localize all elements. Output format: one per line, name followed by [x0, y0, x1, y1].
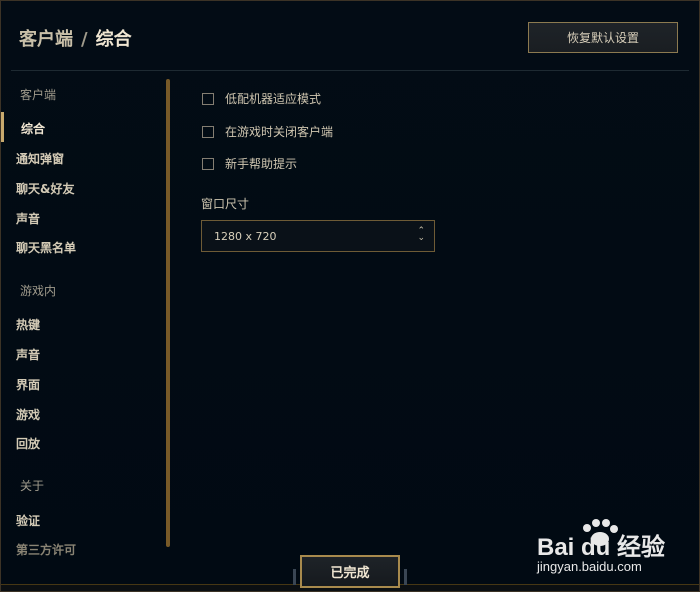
sidebar-item-third-party-licenses[interactable]: 第三方许可 [16, 541, 76, 558]
sidebar-item-general[interactable]: 综合 [21, 120, 45, 137]
settings-window: 客户端 / 综合 恢复默认设置 客户端 综合 通知弹窗 聊天&好友 声音 聊天黑名单… [0, 0, 700, 592]
breadcrumb-current: 综合 [95, 29, 132, 50]
sidebar-item-notifications[interactable]: 通知弹窗 [16, 150, 64, 167]
sidebar-item-client-sound[interactable]: 声音 [16, 210, 40, 227]
watermark-url: jingyan.baidu.com [537, 559, 642, 574]
option-newbie-tips[interactable]: 新手帮助提示 [202, 155, 297, 172]
done-button[interactable]: 已完成 [300, 555, 400, 588]
settings-sidebar: 客户端 综合 通知弹窗 聊天&好友 声音 聊天黑名单 游戏内 热键 声音 界面 … [1, 71, 171, 557]
checkbox[interactable] [202, 92, 214, 105]
sidebar-item-replays[interactable]: 回放 [16, 435, 40, 452]
sidebar-item-verification[interactable]: 验证 [16, 512, 40, 529]
sidebar-item-game[interactable]: 游戏 [16, 406, 40, 423]
breadcrumb: 客户端 / 综合 [19, 25, 132, 51]
sidebar-item-chat-friends[interactable]: 聊天&好友 [16, 180, 74, 197]
done-button-right-notch [404, 569, 407, 585]
option-close-client-ingame[interactable]: 在游戏时关闭客户端 [202, 123, 333, 140]
watermark-brand: Bai du 经验 [537, 534, 666, 561]
window-size-select[interactable]: 1280 x 720 ⌃ ⌄ [201, 220, 435, 252]
done-button-left-notch [293, 569, 296, 585]
sidebar-section-ingame: 游戏内 [20, 284, 57, 298]
checkbox[interactable] [202, 125, 214, 138]
window-size-value: 1280 x 720 [214, 229, 277, 243]
sidebar-section-client: 客户端 [20, 88, 57, 102]
breadcrumb-parent: 客户端 [19, 29, 73, 50]
sidebar-section-about: 关于 [20, 479, 45, 493]
sidebar-item-interface[interactable]: 界面 [16, 376, 40, 393]
window-size-label: 窗口尺寸 [201, 197, 250, 211]
sidebar-item-hotkeys[interactable]: 热键 [16, 316, 40, 333]
option-low-spec-mode[interactable]: 低配机器适应模式 [202, 90, 321, 107]
restore-defaults-button[interactable]: 恢复默认设置 [528, 22, 678, 53]
checkbox[interactable] [202, 157, 214, 170]
sidebar-scrollbar[interactable] [166, 79, 170, 547]
sidebar-item-chat-blacklist[interactable]: 聊天黑名单 [16, 239, 76, 256]
baidu-jingyan-watermark: Bai du 经验 jingyan.baidu.com [537, 519, 697, 577]
checkbox-label: 在游戏时关闭客户端 [225, 125, 334, 139]
updown-chevron-icon: ⌃ ⌄ [417, 226, 425, 243]
breadcrumb-separator: / [81, 29, 88, 50]
checkbox-label: 新手帮助提示 [225, 157, 298, 171]
checkbox-label: 低配机器适应模式 [225, 92, 322, 106]
sidebar-item-ingame-sound[interactable]: 声音 [16, 346, 40, 363]
settings-header: 客户端 / 综合 恢复默认设置 [1, 1, 699, 71]
active-indicator [1, 112, 4, 142]
